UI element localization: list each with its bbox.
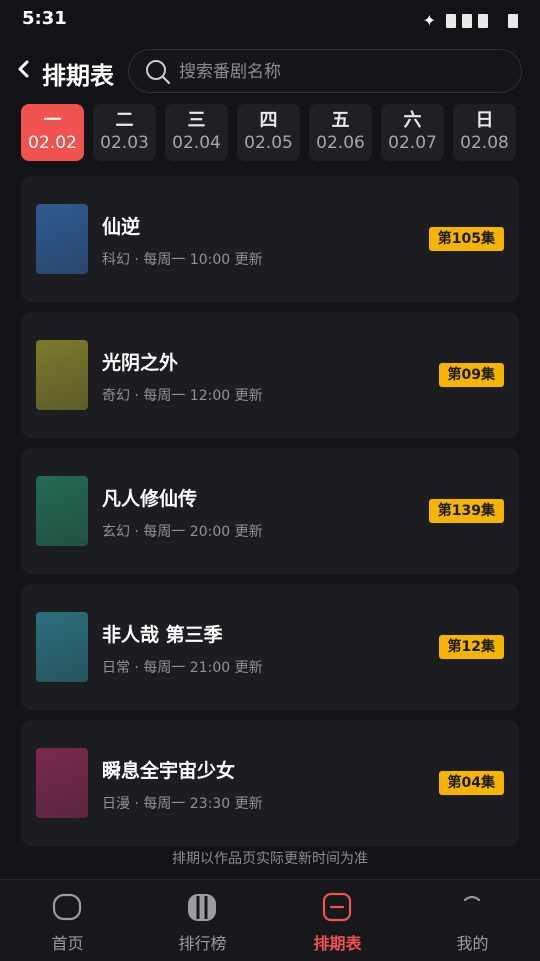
day-date: 02.05 [244, 133, 293, 153]
episode-badge: 第12集 [438, 635, 504, 659]
show-title: 非人哉 第三季 [102, 624, 223, 646]
day-tab-tue[interactable]: 二 02.03 [93, 104, 156, 161]
episode-badge: 第105集 [428, 227, 504, 251]
show-meta: 科幻 · 每周一 10:00 更新 [102, 252, 263, 268]
day-tab-sun[interactable]: 日 02.08 [453, 104, 516, 161]
nav-ranking[interactable]: 排行榜 [135, 880, 270, 961]
schedule-icon [322, 892, 352, 922]
search-icon [146, 60, 171, 85]
day-date: 02.03 [100, 133, 149, 153]
ranking-icon [188, 894, 216, 921]
show-card[interactable]: 非人哉 第三季 日常 · 每周一 21:00 更新 第12集 [21, 584, 519, 710]
day-weekday: 日 [475, 110, 494, 131]
profile-icon [463, 895, 481, 902]
signal-icon [478, 13, 488, 28]
show-poster [36, 340, 88, 410]
chevron-left-icon [18, 60, 29, 78]
back-button[interactable] [16, 54, 38, 84]
search-input[interactable] [177, 50, 501, 94]
search-box[interactable] [128, 49, 522, 94]
day-weekday: 四 [259, 110, 278, 131]
day-date: 02.06 [316, 133, 365, 153]
show-poster [36, 748, 88, 818]
nav-label: 排行榜 [178, 934, 227, 953]
nav-label: 排期表 [313, 934, 362, 953]
day-tab-fri[interactable]: 五 02.06 [309, 104, 372, 161]
show-title: 仙逆 [102, 216, 141, 238]
signal-icon [446, 13, 456, 28]
day-tab-wed[interactable]: 三 02.04 [165, 104, 228, 161]
status-time: 5:31 [22, 8, 67, 29]
day-tab-mon[interactable]: 一 02.02 [21, 104, 84, 161]
day-weekday: 一 [43, 110, 62, 131]
show-meta: 日常 · 每周一 21:00 更新 [102, 660, 263, 676]
day-date: 02.02 [28, 133, 77, 153]
schedule-note: 排期以作品页实际更新时间为准 [172, 851, 368, 867]
page-title: 排期表 [42, 62, 114, 90]
signal-icon [462, 13, 472, 28]
bottom-nav: 首页 排行榜 排期表 我的 [0, 879, 540, 961]
day-tab-thu[interactable]: 四 02.05 [237, 104, 300, 161]
nav-home[interactable]: 首页 [0, 880, 135, 961]
day-tabs: 一 02.02 二 02.03 三 02.04 四 02.05 五 02.06 … [21, 104, 519, 162]
nav-label: 首页 [51, 934, 84, 953]
show-meta: 日漫 · 每周一 23:30 更新 [102, 796, 263, 812]
show-poster [36, 612, 88, 682]
day-date: 02.04 [172, 133, 221, 153]
show-title: 光阴之外 [102, 352, 179, 374]
status-bar: 5:31 ✦ [0, 0, 540, 38]
episode-badge: 第139集 [428, 499, 504, 523]
show-meta: 奇幻 · 每周一 12:00 更新 [102, 388, 263, 404]
show-meta: 玄幻 · 每周一 20:00 更新 [102, 524, 263, 540]
status-icons: ✦ [423, 11, 518, 30]
episode-badge: 第04集 [438, 771, 504, 795]
show-poster [36, 204, 88, 274]
show-card[interactable]: 瞬息全宇宙少女 日漫 · 每周一 23:30 更新 第04集 [21, 720, 519, 846]
day-tab-sat[interactable]: 六 02.07 [381, 104, 444, 161]
sparkle-icon: ✦ [422, 11, 436, 30]
day-weekday: 三 [187, 110, 206, 131]
episode-badge: 第09集 [438, 363, 504, 387]
nav-profile[interactable]: 我的 [405, 880, 540, 961]
schedule-list: 仙逆 科幻 · 每周一 10:00 更新 第105集 光阴之外 奇幻 · 每周一… [21, 176, 519, 856]
show-card[interactable]: 凡人修仙传 玄幻 · 每周一 20:00 更新 第139集 [21, 448, 519, 574]
show-title: 凡人修仙传 [102, 488, 198, 510]
header: 排期表 [0, 48, 540, 94]
battery-icon [508, 13, 518, 28]
day-date: 02.07 [388, 133, 437, 153]
day-weekday: 五 [331, 110, 350, 131]
show-card[interactable]: 光阴之外 奇幻 · 每周一 12:00 更新 第09集 [21, 312, 519, 438]
show-poster [36, 476, 88, 546]
nav-schedule[interactable]: 排期表 [270, 880, 405, 961]
show-card[interactable]: 仙逆 科幻 · 每周一 10:00 更新 第105集 [21, 176, 519, 302]
home-icon [52, 893, 82, 921]
show-title: 瞬息全宇宙少女 [102, 760, 236, 782]
nav-label: 我的 [456, 934, 489, 953]
day-date: 02.08 [460, 133, 509, 153]
day-weekday: 二 [115, 110, 134, 131]
day-weekday: 六 [403, 110, 422, 131]
